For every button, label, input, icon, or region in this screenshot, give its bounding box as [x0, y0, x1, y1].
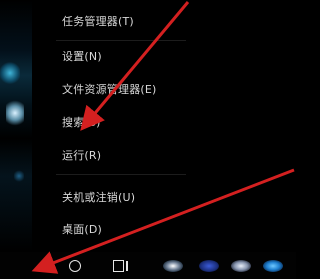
start-icon[interactable] [28, 255, 54, 277]
taskbar [0, 252, 296, 279]
search-icon [69, 260, 81, 272]
taskbar-app[interactable] [228, 255, 254, 277]
search-button[interactable] [62, 255, 88, 277]
start-context-menu: 任务管理器(T) 设置(N) 文件资源管理器(E) 搜索(S) 运行(R) 关机… [50, 0, 200, 252]
menu-item-settings[interactable]: 设置(N) [62, 47, 102, 67]
menu-item-file-explorer[interactable]: 文件资源管理器(E) [62, 80, 157, 100]
menu-separator [56, 40, 186, 41]
app-icon [263, 260, 283, 272]
wallpaper-glow [0, 62, 20, 84]
menu-item-task-manager[interactable]: 任务管理器(T) [62, 12, 134, 32]
menu-item-run[interactable]: 运行(R) [62, 146, 101, 166]
app-icon [231, 260, 251, 272]
app-icon [199, 260, 219, 272]
wallpaper-glow [6, 98, 24, 128]
wallpaper-glow [14, 170, 24, 182]
task-view-button[interactable] [108, 255, 134, 277]
menu-item-desktop[interactable]: 桌面(D) [62, 220, 102, 240]
menu-item-search[interactable]: 搜索(S) [62, 113, 101, 133]
desktop-wallpaper [0, 0, 32, 252]
menu-item-shutdown-signout[interactable]: 关机或注销(U) [62, 188, 135, 208]
taskbar-app[interactable] [196, 255, 222, 277]
task-view-icon [113, 260, 129, 272]
taskbar-app[interactable] [260, 255, 286, 277]
menu-separator [56, 174, 186, 175]
app-icon [163, 260, 183, 272]
taskbar-app[interactable] [160, 255, 186, 277]
desktop-screen: 任务管理器(T) 设置(N) 文件资源管理器(E) 搜索(S) 运行(R) 关机… [0, 0, 296, 279]
